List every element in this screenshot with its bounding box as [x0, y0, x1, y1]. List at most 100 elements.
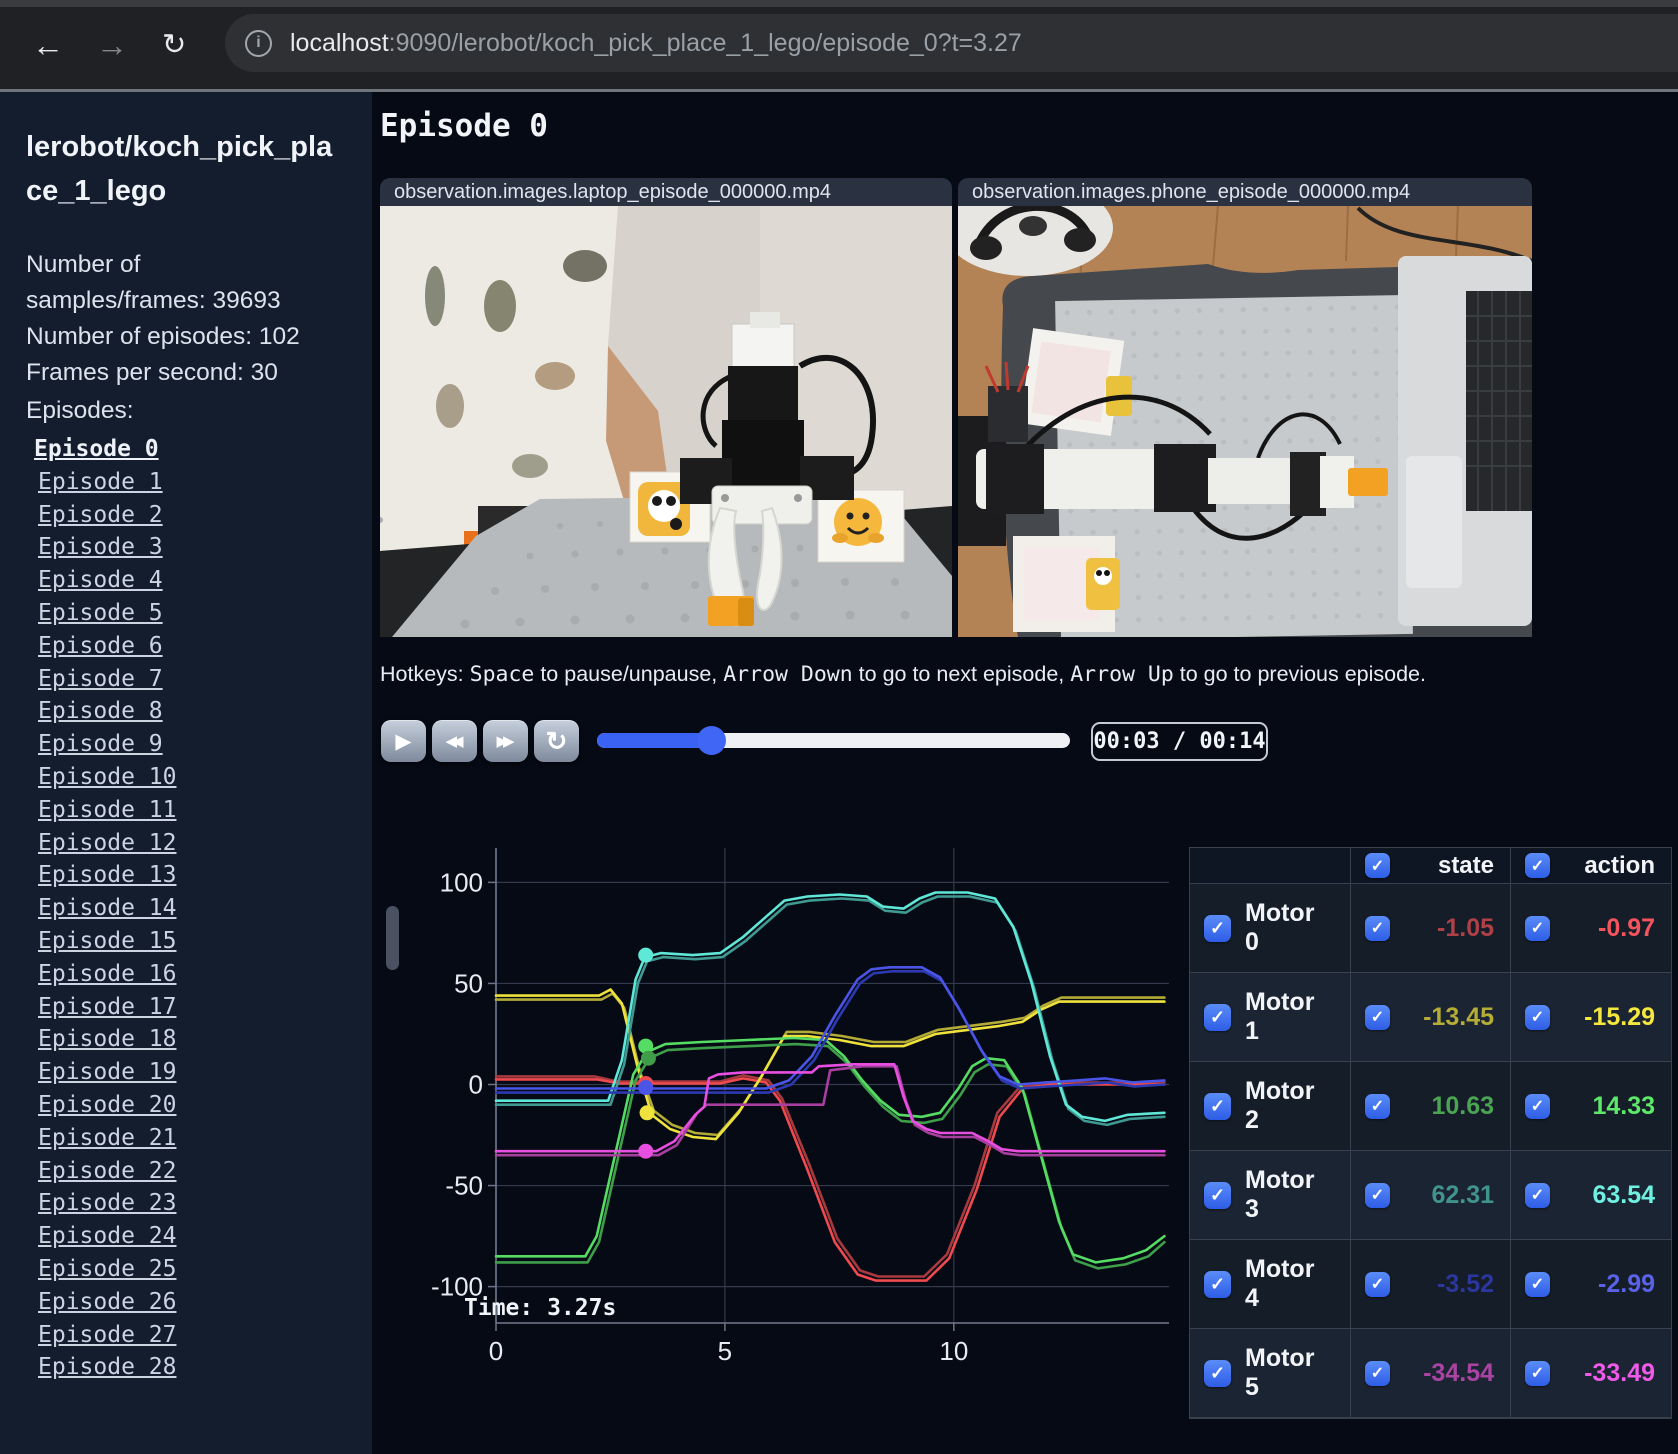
video-title-phone: observation.images.phone_episode_000000.…: [958, 178, 1532, 206]
chart-current-time-marker: [638, 947, 654, 963]
sidebar-episode-link[interactable]: Episode 12: [26, 827, 348, 860]
url-host: localhost: [290, 28, 389, 57]
sidebar-episode-link[interactable]: Episode 6: [26, 630, 348, 663]
time-display: 00:03 / 00:14: [1091, 722, 1268, 761]
sidebar-episode-link[interactable]: Episode 25: [26, 1253, 348, 1286]
video-panel-laptop[interactable]: observation.images.laptop_episode_000000…: [380, 178, 952, 637]
sidebar-episode-link[interactable]: Episode 0: [26, 433, 348, 466]
motor-label: Motor 5: [1245, 1344, 1315, 1401]
action-checkbox[interactable]: ✓: [1525, 1004, 1550, 1030]
state-value: 62.31: [1431, 1180, 1494, 1209]
back-icon[interactable]: ←: [32, 22, 64, 68]
sidebar-episode-link[interactable]: Episode 8: [26, 695, 348, 728]
action-checkbox[interactable]: ✓: [1525, 1182, 1550, 1208]
sidebar-episode-link[interactable]: Episode 4: [26, 564, 348, 597]
sidebar-episode-link[interactable]: Episode 18: [26, 1023, 348, 1056]
action-column-header: ✓ action: [1511, 848, 1671, 884]
action-checkbox[interactable]: ✓: [1525, 1271, 1550, 1297]
rewind-icon: ◀◀: [445, 733, 463, 750]
action-checkbox[interactable]: ✓: [1525, 915, 1550, 941]
motor-chart[interactable]: 100500-50-1000 5 10: [400, 820, 1190, 1365]
action-cell: ✓ -33.49: [1511, 1329, 1671, 1418]
action-checkbox[interactable]: ✓: [1525, 1360, 1550, 1386]
sidebar-episode-link[interactable]: Episode 11: [26, 794, 348, 827]
state-cell: ✓ 10.63: [1351, 1062, 1511, 1151]
sidebar-episode-link[interactable]: Episode 15: [26, 925, 348, 958]
motor-row-checkbox[interactable]: ✓: [1204, 1359, 1231, 1387]
motor-row-checkbox[interactable]: ✓: [1204, 1092, 1231, 1120]
state-cell: ✓ -1.05: [1351, 884, 1511, 973]
state-checkbox[interactable]: ✓: [1365, 1093, 1390, 1119]
seek-slider-thumb[interactable]: [696, 726, 726, 755]
motor-row-checkbox[interactable]: ✓: [1204, 1181, 1231, 1209]
motor-label: Motor 1: [1245, 988, 1315, 1045]
state-cell: ✓ -13.45: [1351, 973, 1511, 1062]
chart-xtick-label: 5: [718, 1336, 732, 1365]
state-checkbox[interactable]: ✓: [1365, 915, 1390, 941]
action-value: 14.33: [1592, 1091, 1655, 1120]
sidebar-episode-link[interactable]: Episode 22: [26, 1155, 348, 1188]
meta-fps: Frames per second: 30: [26, 359, 278, 386]
fast-forward-icon: ▶▶: [496, 733, 514, 750]
sidebar-episode-link[interactable]: Episode 1: [26, 466, 348, 499]
state-cell: ✓ 62.31: [1351, 1151, 1511, 1240]
reload-icon[interactable]: ↻: [162, 22, 186, 68]
sidebar-episode-link[interactable]: Episode 24: [26, 1220, 348, 1253]
info-icon[interactable]: i: [245, 29, 272, 57]
video-title-laptop: observation.images.laptop_episode_000000…: [380, 178, 952, 206]
sidebar-episode-link[interactable]: Episode 5: [26, 597, 348, 630]
sidebar-episode-link[interactable]: Episode 19: [26, 1056, 348, 1089]
sidebar-episode-link[interactable]: Episode 3: [26, 531, 348, 564]
fast-forward-button[interactable]: ▶▶: [483, 720, 528, 762]
action-cell: ✓ 63.54: [1511, 1151, 1671, 1240]
motor-row-checkbox[interactable]: ✓: [1204, 914, 1231, 942]
state-checkbox[interactable]: ✓: [1365, 1360, 1390, 1386]
state-checkbox[interactable]: ✓: [1365, 1271, 1390, 1297]
loop-button[interactable]: ↻: [534, 720, 579, 762]
sidebar-episode-link[interactable]: Episode 26: [26, 1286, 348, 1319]
chart-ytick-label: 50: [454, 968, 483, 998]
state-value: -1.05: [1437, 913, 1494, 942]
sidebar-episode-link[interactable]: Episode 7: [26, 663, 348, 696]
sidebar-episode-link[interactable]: Episode 9: [26, 728, 348, 761]
sidebar-episode-link[interactable]: Episode 27: [26, 1319, 348, 1352]
sidebar-episode-link[interactable]: Episode 16: [26, 958, 348, 991]
browser-chrome: ← → ↻ i localhost:9090/lerobot/koch_pick…: [0, 0, 1678, 92]
state-value: 10.63: [1431, 1091, 1494, 1120]
motor-row-checkbox[interactable]: ✓: [1204, 1270, 1231, 1298]
sidebar-episode-link[interactable]: Episode 10: [26, 761, 348, 794]
video-laptop-scene: [380, 206, 952, 637]
sidebar-episode-link[interactable]: Episode 2: [26, 499, 348, 532]
action-value: -33.49: [1584, 1358, 1655, 1387]
motor-label: Motor 4: [1245, 1255, 1315, 1312]
video-phone-scene: [958, 206, 1532, 637]
scrollbar-thumb[interactable]: [386, 906, 399, 970]
action-column-checkbox[interactable]: ✓: [1525, 853, 1550, 878]
forward-icon[interactable]: →: [96, 22, 128, 68]
motor-row-checkbox[interactable]: ✓: [1204, 1003, 1231, 1031]
rewind-button[interactable]: ◀◀: [432, 720, 477, 762]
hotkey-key: Arrow Down: [723, 662, 853, 687]
sidebar-episode-link[interactable]: Episode 14: [26, 892, 348, 925]
sidebar-episode-link[interactable]: Episode 21: [26, 1122, 348, 1155]
hotkey-text: to go to next episode,: [852, 662, 1071, 686]
action-cell: ✓ -15.29: [1511, 973, 1671, 1062]
dataset-meta: Number of samples/frames: 39693 Number o…: [26, 247, 326, 429]
sidebar-episode-link[interactable]: Episode 13: [26, 859, 348, 892]
motor-row-label-cell: ✓ Motor 1: [1190, 973, 1351, 1062]
state-checkbox[interactable]: ✓: [1365, 1004, 1390, 1030]
page: lerobot/koch_pick_place_1_lego Number of…: [0, 92, 1678, 1454]
hotkey-text: to pause/unpause,: [534, 662, 724, 686]
sidebar-episode-link[interactable]: Episode 23: [26, 1187, 348, 1220]
sidebar-episode-link[interactable]: Episode 17: [26, 991, 348, 1024]
url-bar[interactable]: i localhost:9090/lerobot/koch_pick_place…: [225, 14, 1678, 72]
action-cell: ✓ 14.33: [1511, 1062, 1671, 1151]
sidebar-episode-link[interactable]: Episode 20: [26, 1089, 348, 1122]
video-panel-phone[interactable]: observation.images.phone_episode_000000.…: [958, 178, 1532, 637]
play-button[interactable]: ▶: [381, 720, 426, 762]
sidebar-episode-link[interactable]: Episode 28: [26, 1351, 348, 1384]
state-column-checkbox[interactable]: ✓: [1365, 853, 1390, 878]
state-checkbox[interactable]: ✓: [1365, 1182, 1390, 1208]
hotkey-key: Arrow Up: [1070, 662, 1174, 687]
action-checkbox[interactable]: ✓: [1525, 1093, 1550, 1119]
